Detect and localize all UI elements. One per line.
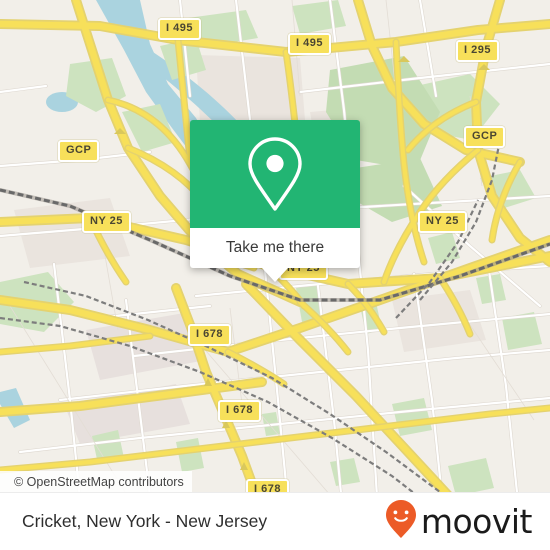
- map-canvas[interactable]: .land { fill:#f2efe9; } .water { fill:#a…: [0, 0, 550, 550]
- map-pin-icon: [244, 135, 306, 213]
- osm-attribution[interactable]: © OpenStreetMap contributors: [0, 471, 192, 493]
- shield-i678-mid: I 678: [218, 400, 261, 422]
- shield-i295: I 295: [456, 40, 499, 62]
- shield-ny25-west: NY 25: [82, 211, 131, 233]
- moovit-logo[interactable]: moovit: [384, 499, 533, 544]
- shield-ny25-east: NY 25: [418, 211, 467, 233]
- moovit-map-screenshot: .land { fill:#f2efe9; } .water { fill:#a…: [0, 0, 550, 550]
- moovit-smiley-pin-icon: [384, 499, 418, 544]
- place-title: Cricket, New York - New Jersey: [22, 511, 268, 531]
- footer-bar: Cricket, New York - New Jersey moovit: [0, 492, 550, 550]
- callout-pin-area: [190, 120, 360, 228]
- take-me-there-button[interactable]: Take me there: [190, 228, 360, 268]
- location-callout-card[interactable]: Take me there: [190, 120, 360, 282]
- moovit-wordmark: moovit: [420, 502, 533, 541]
- shield-i678-north: I 678: [188, 324, 231, 346]
- shield-gcp-east: GCP: [464, 126, 506, 148]
- shield-gcp-west: GCP: [58, 140, 100, 162]
- shield-i495-west: I 495: [158, 18, 201, 40]
- callout-tail: [262, 268, 288, 282]
- shield-i495-east: I 495: [288, 33, 331, 55]
